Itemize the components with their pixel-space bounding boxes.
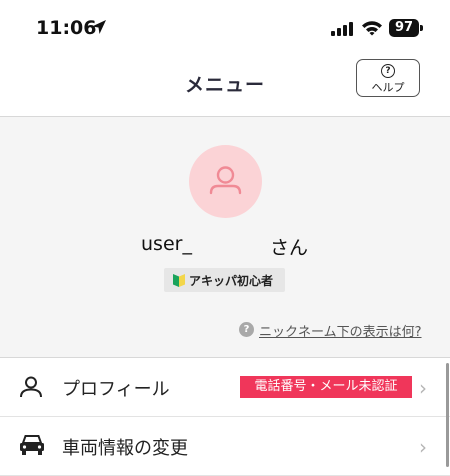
menu-item-label: プロフィール — [62, 379, 170, 400]
help-button[interactable]: ? ヘルプ — [356, 59, 420, 97]
rank-label: アキッパ初心者 — [189, 274, 274, 288]
battery-cap — [420, 25, 423, 31]
question-circle-icon: ? — [239, 322, 254, 337]
wifi-icon — [362, 21, 382, 36]
status-bar: 11:06 97 — [0, 0, 450, 58]
chevron-right-icon: › — [419, 376, 427, 400]
menu-item-vehicle[interactable]: 車両情報の変更 › — [0, 417, 450, 476]
help-question-icon: ? — [381, 64, 395, 78]
cellular-signal-icon — [331, 22, 353, 36]
status-time: 11:06 — [36, 17, 97, 39]
menu-item-label: 車両情報の変更 — [62, 438, 188, 459]
battery-indicator: 97 — [389, 19, 419, 37]
user-name: user_ — [141, 233, 192, 255]
app-header: メニュー ? ヘルプ — [0, 58, 450, 117]
rank-badge: アキッパ初心者 — [164, 268, 285, 292]
person-icon — [20, 376, 42, 398]
car-icon — [20, 435, 44, 455]
profile-section: user_ さん アキッパ初心者 ? ニックネーム下の表示は何? — [0, 117, 450, 357]
user-name-suffix: さん — [270, 237, 309, 259]
scrollbar[interactable] — [446, 363, 449, 467]
verification-warning-badge: 電話番号・メール未認証 — [240, 376, 412, 398]
nickname-help-text: ニックネーム下の表示は何? — [259, 325, 422, 340]
location-arrow-icon — [92, 20, 106, 34]
chevron-right-icon: › — [419, 435, 427, 459]
user-avatar-icon — [209, 166, 242, 195]
beginner-mark-icon — [173, 274, 185, 287]
help-label: ヘルプ — [371, 81, 405, 94]
menu-item-profile[interactable]: プロフィール 電話番号・メール未認証 › — [0, 358, 450, 417]
avatar[interactable] — [189, 145, 262, 218]
menu-list: プロフィール 電話番号・メール未認証 › 車両情報の変更 › — [0, 357, 450, 476]
